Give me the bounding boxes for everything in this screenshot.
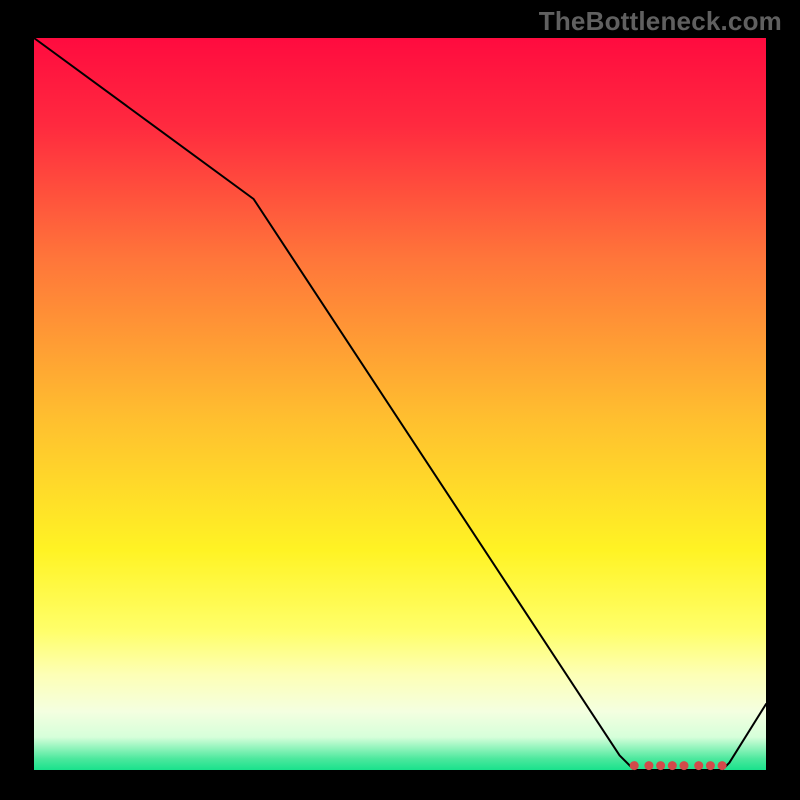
chart-svg xyxy=(0,0,800,800)
chart-background xyxy=(34,38,766,770)
chart-marker xyxy=(718,761,727,770)
chart-marker xyxy=(694,761,703,770)
chart-marker xyxy=(680,761,689,770)
chart-marker xyxy=(630,761,639,770)
chart-frame: TheBottleneck.com xyxy=(0,0,800,800)
chart-marker xyxy=(644,761,653,770)
chart-marker xyxy=(668,761,677,770)
chart-marker xyxy=(656,761,665,770)
chart-marker xyxy=(706,761,715,770)
